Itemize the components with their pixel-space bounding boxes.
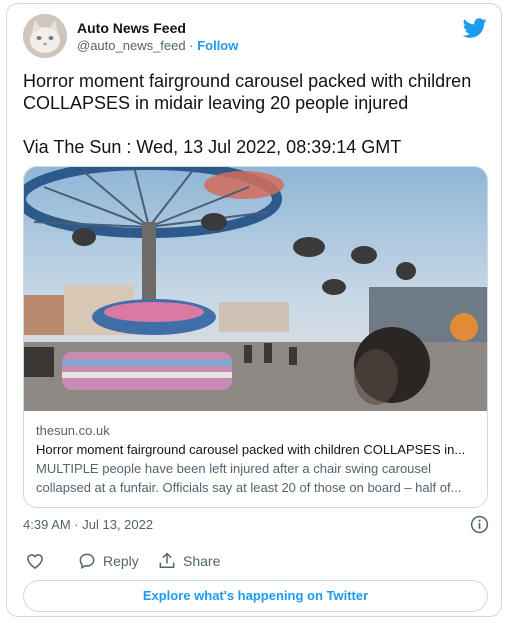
share-icon	[159, 552, 175, 568]
heart-icon	[27, 554, 43, 569]
share-label: Share	[183, 553, 221, 569]
tweet-text-line-2: COLLAPSES in midair leaving 20 people in…	[23, 93, 409, 113]
share-button[interactable]: Share	[157, 549, 220, 573]
reply-button[interactable]: Reply	[77, 549, 139, 573]
info-icon[interactable]	[470, 515, 489, 534]
tweet-timestamp[interactable]: 4:39 AM · Jul 13, 2022	[23, 516, 153, 534]
tweet-actions: Reply Share	[23, 549, 323, 573]
tweet-text: Horror moment fairground carousel packed…	[23, 70, 489, 158]
embedded-tweet-card: Auto News Feed @auto_news_feed · Follow …	[6, 3, 502, 617]
link-description-line-1: MULTIPLE people have been left injured a…	[36, 461, 432, 476]
author-name[interactable]: Auto News Feed	[77, 19, 238, 37]
link-description-line-2: collapsed at a funfair. Officials say at…	[36, 480, 462, 495]
follow-button[interactable]: Follow	[197, 38, 238, 53]
tweet-header: Auto News Feed @auto_news_feed · Follow	[21, 12, 487, 60]
link-preview-card[interactable]: thesun.co.uk Horror moment fairground ca…	[23, 166, 488, 508]
twitter-bird-icon[interactable]	[463, 16, 487, 40]
reply-label: Reply	[103, 553, 139, 569]
like-button[interactable]	[25, 549, 45, 573]
explore-twitter-button[interactable]: Explore what's happening on Twitter	[23, 580, 488, 612]
link-preview-meta: thesun.co.uk Horror moment fairground ca…	[36, 422, 480, 497]
reply-icon	[79, 553, 95, 569]
avatar[interactable]	[23, 14, 67, 58]
link-domain: thesun.co.uk	[36, 423, 110, 438]
tweet-text-line-1: Horror moment fairground carousel packed…	[23, 71, 472, 91]
link-preview-image[interactable]	[24, 167, 487, 411]
author-meta: @auto_news_feed · Follow	[77, 37, 238, 55]
author-block: Auto News Feed @auto_news_feed · Follow	[77, 19, 238, 55]
author-handle[interactable]: @auto_news_feed	[77, 38, 186, 53]
meta-separator: ·	[189, 38, 194, 53]
tweet-via-line: Via The Sun : Wed, 13 Jul 2022, 08:39:14…	[23, 137, 402, 157]
link-title: Horror moment fairground carousel packed…	[36, 442, 466, 457]
